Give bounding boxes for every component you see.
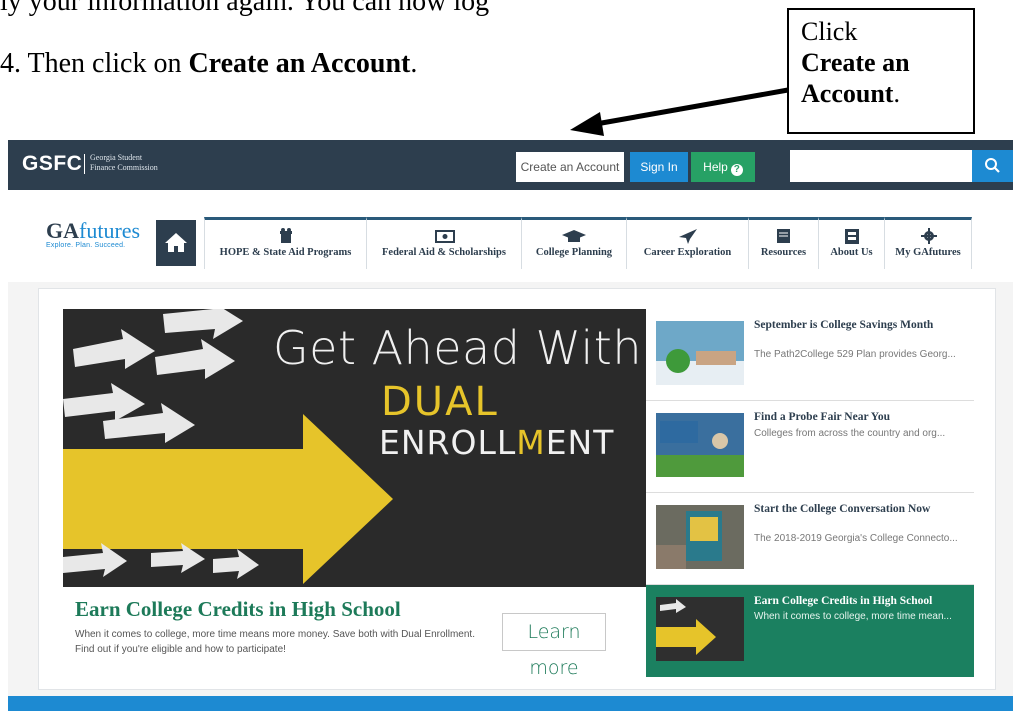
tab-hope-state-aid[interactable]: HOPE & State Aid Programs: [204, 217, 366, 269]
enroll-part1: ENROLL: [379, 423, 517, 462]
gsfc-sub-line2: Finance Commission: [90, 163, 158, 172]
news-item-savings-month[interactable]: September is College Savings Month The P…: [646, 309, 974, 401]
tab-label: Resources: [760, 247, 807, 258]
paper-plane-icon: [679, 229, 697, 244]
step-suffix: .: [410, 48, 418, 79]
gear-icon: [921, 228, 937, 244]
step-prefix: Then click on: [27, 48, 182, 79]
enroll-part2: ENT: [545, 423, 615, 462]
bottom-bar: [8, 696, 1013, 711]
news-list: September is College Savings Month The P…: [646, 309, 974, 677]
callout-line1: Click: [801, 17, 858, 46]
callout-box: Click Create an Account.: [787, 8, 975, 134]
tab-label: HOPE & State Aid Programs: [219, 247, 352, 258]
logo-divider: [84, 154, 85, 174]
step-bold: Create an Account: [188, 48, 411, 79]
news-thumbnail: [656, 505, 744, 569]
gsfc-subtitle: Georgia Student Finance Commission: [90, 153, 158, 173]
help-button[interactable]: Help?: [691, 152, 755, 182]
step-number: 4.: [0, 48, 21, 79]
tab-label: Career Exploration: [643, 247, 732, 258]
featured-panel: Get Ahead With DUAL ENROLLMENT Earn Coll…: [38, 288, 996, 690]
news-text: When it comes to college, more time mean…: [754, 611, 952, 622]
news-title: Find a Probe Fair Near You: [754, 411, 890, 423]
news-thumbnail: [656, 413, 744, 477]
tab-federal-aid[interactable]: Federal Aid & Scholarships: [366, 217, 521, 269]
home-button[interactable]: [156, 220, 196, 266]
nav-tabs: HOPE & State Aid Programs Federal Aid & …: [204, 217, 972, 269]
sign-in-button[interactable]: Sign In: [630, 152, 688, 182]
tab-college-planning[interactable]: College Planning: [521, 217, 626, 269]
tab-about-us[interactable]: About Us: [818, 217, 884, 269]
tab-my-gafutures[interactable]: My GAfutures: [884, 217, 972, 269]
create-account-button[interactable]: Create an Account: [516, 152, 624, 182]
book-icon: [777, 229, 790, 243]
news-item-college-conversation[interactable]: Start the College Conversation Now The 2…: [646, 493, 974, 585]
gsfc-sub-line1: Georgia Student: [90, 153, 143, 162]
tab-label: About Us: [830, 247, 873, 258]
tab-label: My GAfutures: [895, 247, 961, 258]
help-label: Help: [703, 160, 728, 174]
callout-bold1: Create an: [801, 48, 910, 77]
news-thumbnail: [656, 321, 744, 385]
news-thumbnail: [656, 597, 744, 661]
callout-suffix: .: [893, 79, 900, 108]
top-bar: GSFC Georgia Student Finance Commission …: [8, 140, 1013, 190]
tab-label: Federal Aid & Scholarships: [382, 247, 506, 258]
gsfc-logo[interactable]: GSFC: [22, 152, 82, 176]
caption-text: When it comes to college, more time mean…: [75, 629, 475, 655]
hero-dual: DUAL: [381, 379, 499, 425]
news-title: Start the College Conversation Now: [754, 503, 931, 515]
building-icon: [845, 229, 859, 244]
search-button[interactable]: [972, 150, 1013, 182]
logo-futures: futures: [79, 218, 141, 243]
news-title: September is College Savings Month: [754, 319, 934, 331]
news-text: The 2018-2019 Georgia's College Connecto…: [754, 533, 958, 544]
search-input[interactable]: [790, 150, 972, 182]
news-item-earn-credits[interactable]: Earn College Credits in High School When…: [646, 585, 974, 677]
callout-bold2: Account: [801, 79, 894, 108]
hero-title: Get Ahead With: [273, 321, 642, 375]
document-partial-line: ly your information again. You can now l…: [0, 0, 490, 16]
hero-banner[interactable]: Get Ahead With DUAL ENROLLMENT Earn Coll…: [63, 309, 646, 677]
gift-icon: [280, 228, 292, 243]
news-text: The Path2College 529 Plan provides Georg…: [754, 349, 956, 360]
news-text: Colleges from across the country and org…: [754, 428, 946, 439]
document-step-4: 4. Then click on Create an Account.: [0, 48, 417, 80]
main-nav: GAfutures Explore. Plan. Succeed. HOPE &…: [8, 190, 1013, 282]
news-item-probe-fair[interactable]: Find a Probe Fair Near You Colleges from…: [646, 401, 974, 493]
caption-title[interactable]: Earn College Credits in High School: [75, 597, 401, 622]
website-screenshot: GSFC Georgia Student Finance Commission …: [8, 140, 1013, 711]
help-icon: ?: [730, 164, 743, 176]
search-icon: [985, 158, 1000, 173]
logo-tagline: Explore. Plan. Succeed.: [46, 242, 126, 249]
hero-caption: Earn College Credits in High School When…: [63, 587, 646, 677]
learn-more-button[interactable]: Learn more: [502, 613, 606, 677]
tab-career-exploration[interactable]: Career Exploration: [626, 217, 748, 269]
gafutures-logo[interactable]: GAfutures Explore. Plan. Succeed.: [46, 218, 141, 250]
tab-resources[interactable]: Resources: [748, 217, 818, 269]
graduation-cap-icon: [562, 230, 586, 242]
home-icon: [165, 233, 187, 252]
tab-label: College Planning: [535, 247, 613, 258]
money-icon: [435, 230, 455, 243]
logo-ga: GA: [46, 218, 79, 243]
news-title: Earn College Credits in High School: [754, 595, 933, 607]
enroll-m: M: [516, 423, 546, 462]
hero-enrollment: ENROLLMENT: [379, 423, 614, 462]
pointer-arrow: [570, 87, 789, 136]
